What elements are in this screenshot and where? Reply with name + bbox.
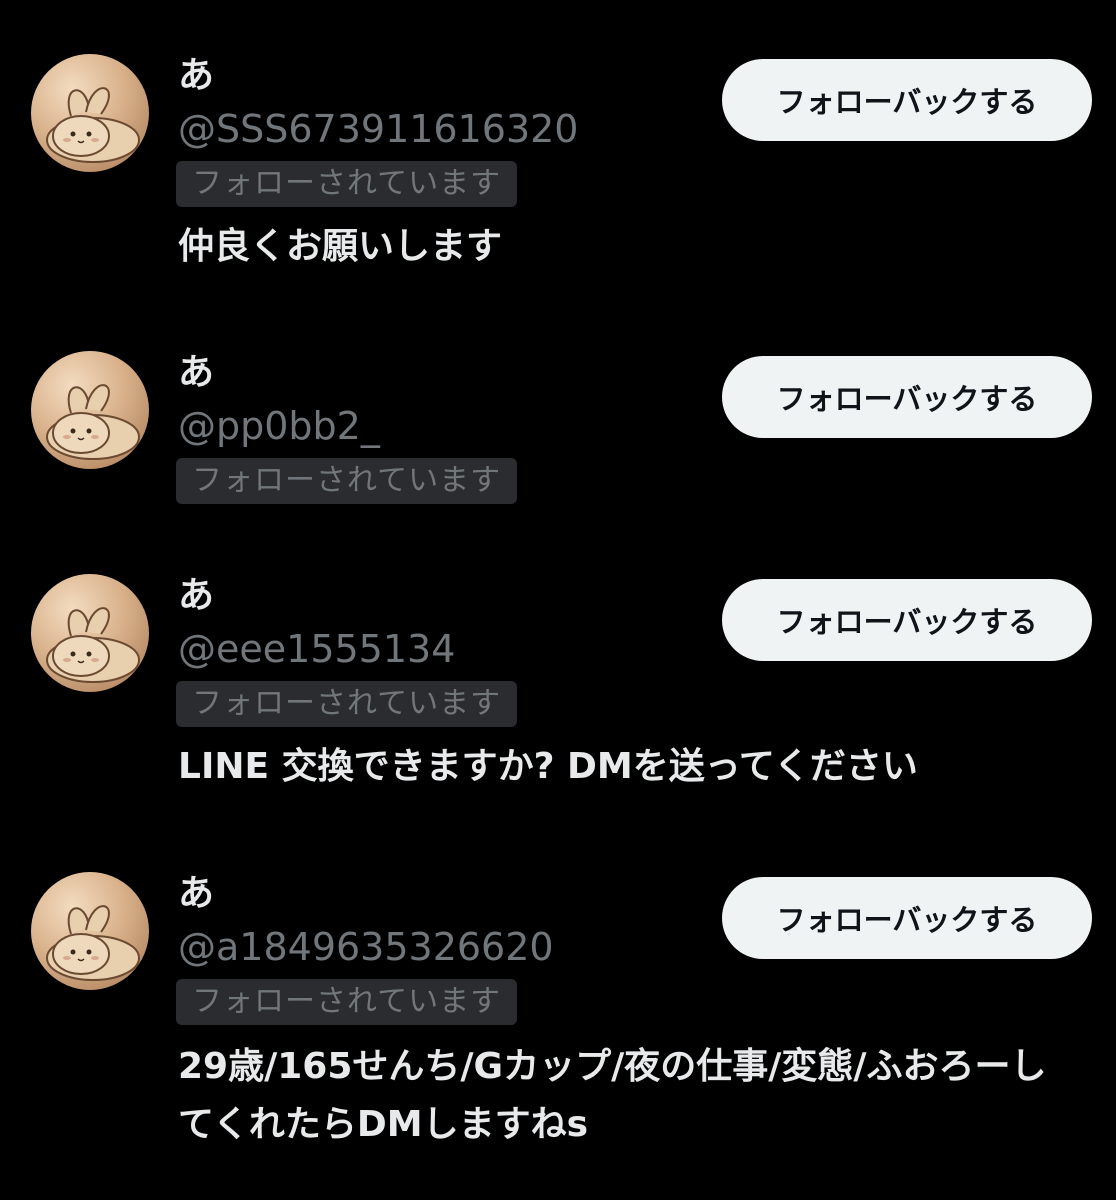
user-handle[interactable]: @eee1555134 [178,626,455,672]
user-bio: 仲良くお願いします [178,226,503,267]
user-handle[interactable]: @pp0bb2_ [178,403,380,449]
follow-back-button[interactable]: フォローバックする [722,579,1092,661]
display-name[interactable]: あ [178,574,214,618]
user-bio: 29歳/165せんち/Gカップ/夜の仕事/変態/ふおろーしてくれたらDMしますね… [178,1046,1047,1145]
follow-back-button[interactable]: フォローバックする [722,59,1092,141]
user-handle[interactable]: @SSS673911616320 [178,106,578,152]
bunny-avatar-icon[interactable] [31,351,149,469]
follow-back-button[interactable]: フォローバックする [722,356,1092,438]
display-name[interactable]: あ [178,872,214,916]
user-handle[interactable]: @a1849635326620 [178,924,554,970]
display-name[interactable]: あ [178,351,214,395]
follows-you-badge: フォローされています [176,979,518,1025]
user-bio: LINE 交換できますか? DMを送ってください [178,746,918,787]
bunny-avatar-icon[interactable] [31,574,149,692]
follows-you-badge: フォローされています [176,161,518,207]
bunny-avatar-icon[interactable] [31,872,149,990]
display-name[interactable]: あ [178,54,214,98]
follows-you-badge: フォローされています [176,458,518,504]
follows-you-badge: フォローされています [176,681,518,727]
bunny-avatar-icon[interactable] [31,54,149,172]
follow-back-button[interactable]: フォローバックする [722,877,1092,959]
